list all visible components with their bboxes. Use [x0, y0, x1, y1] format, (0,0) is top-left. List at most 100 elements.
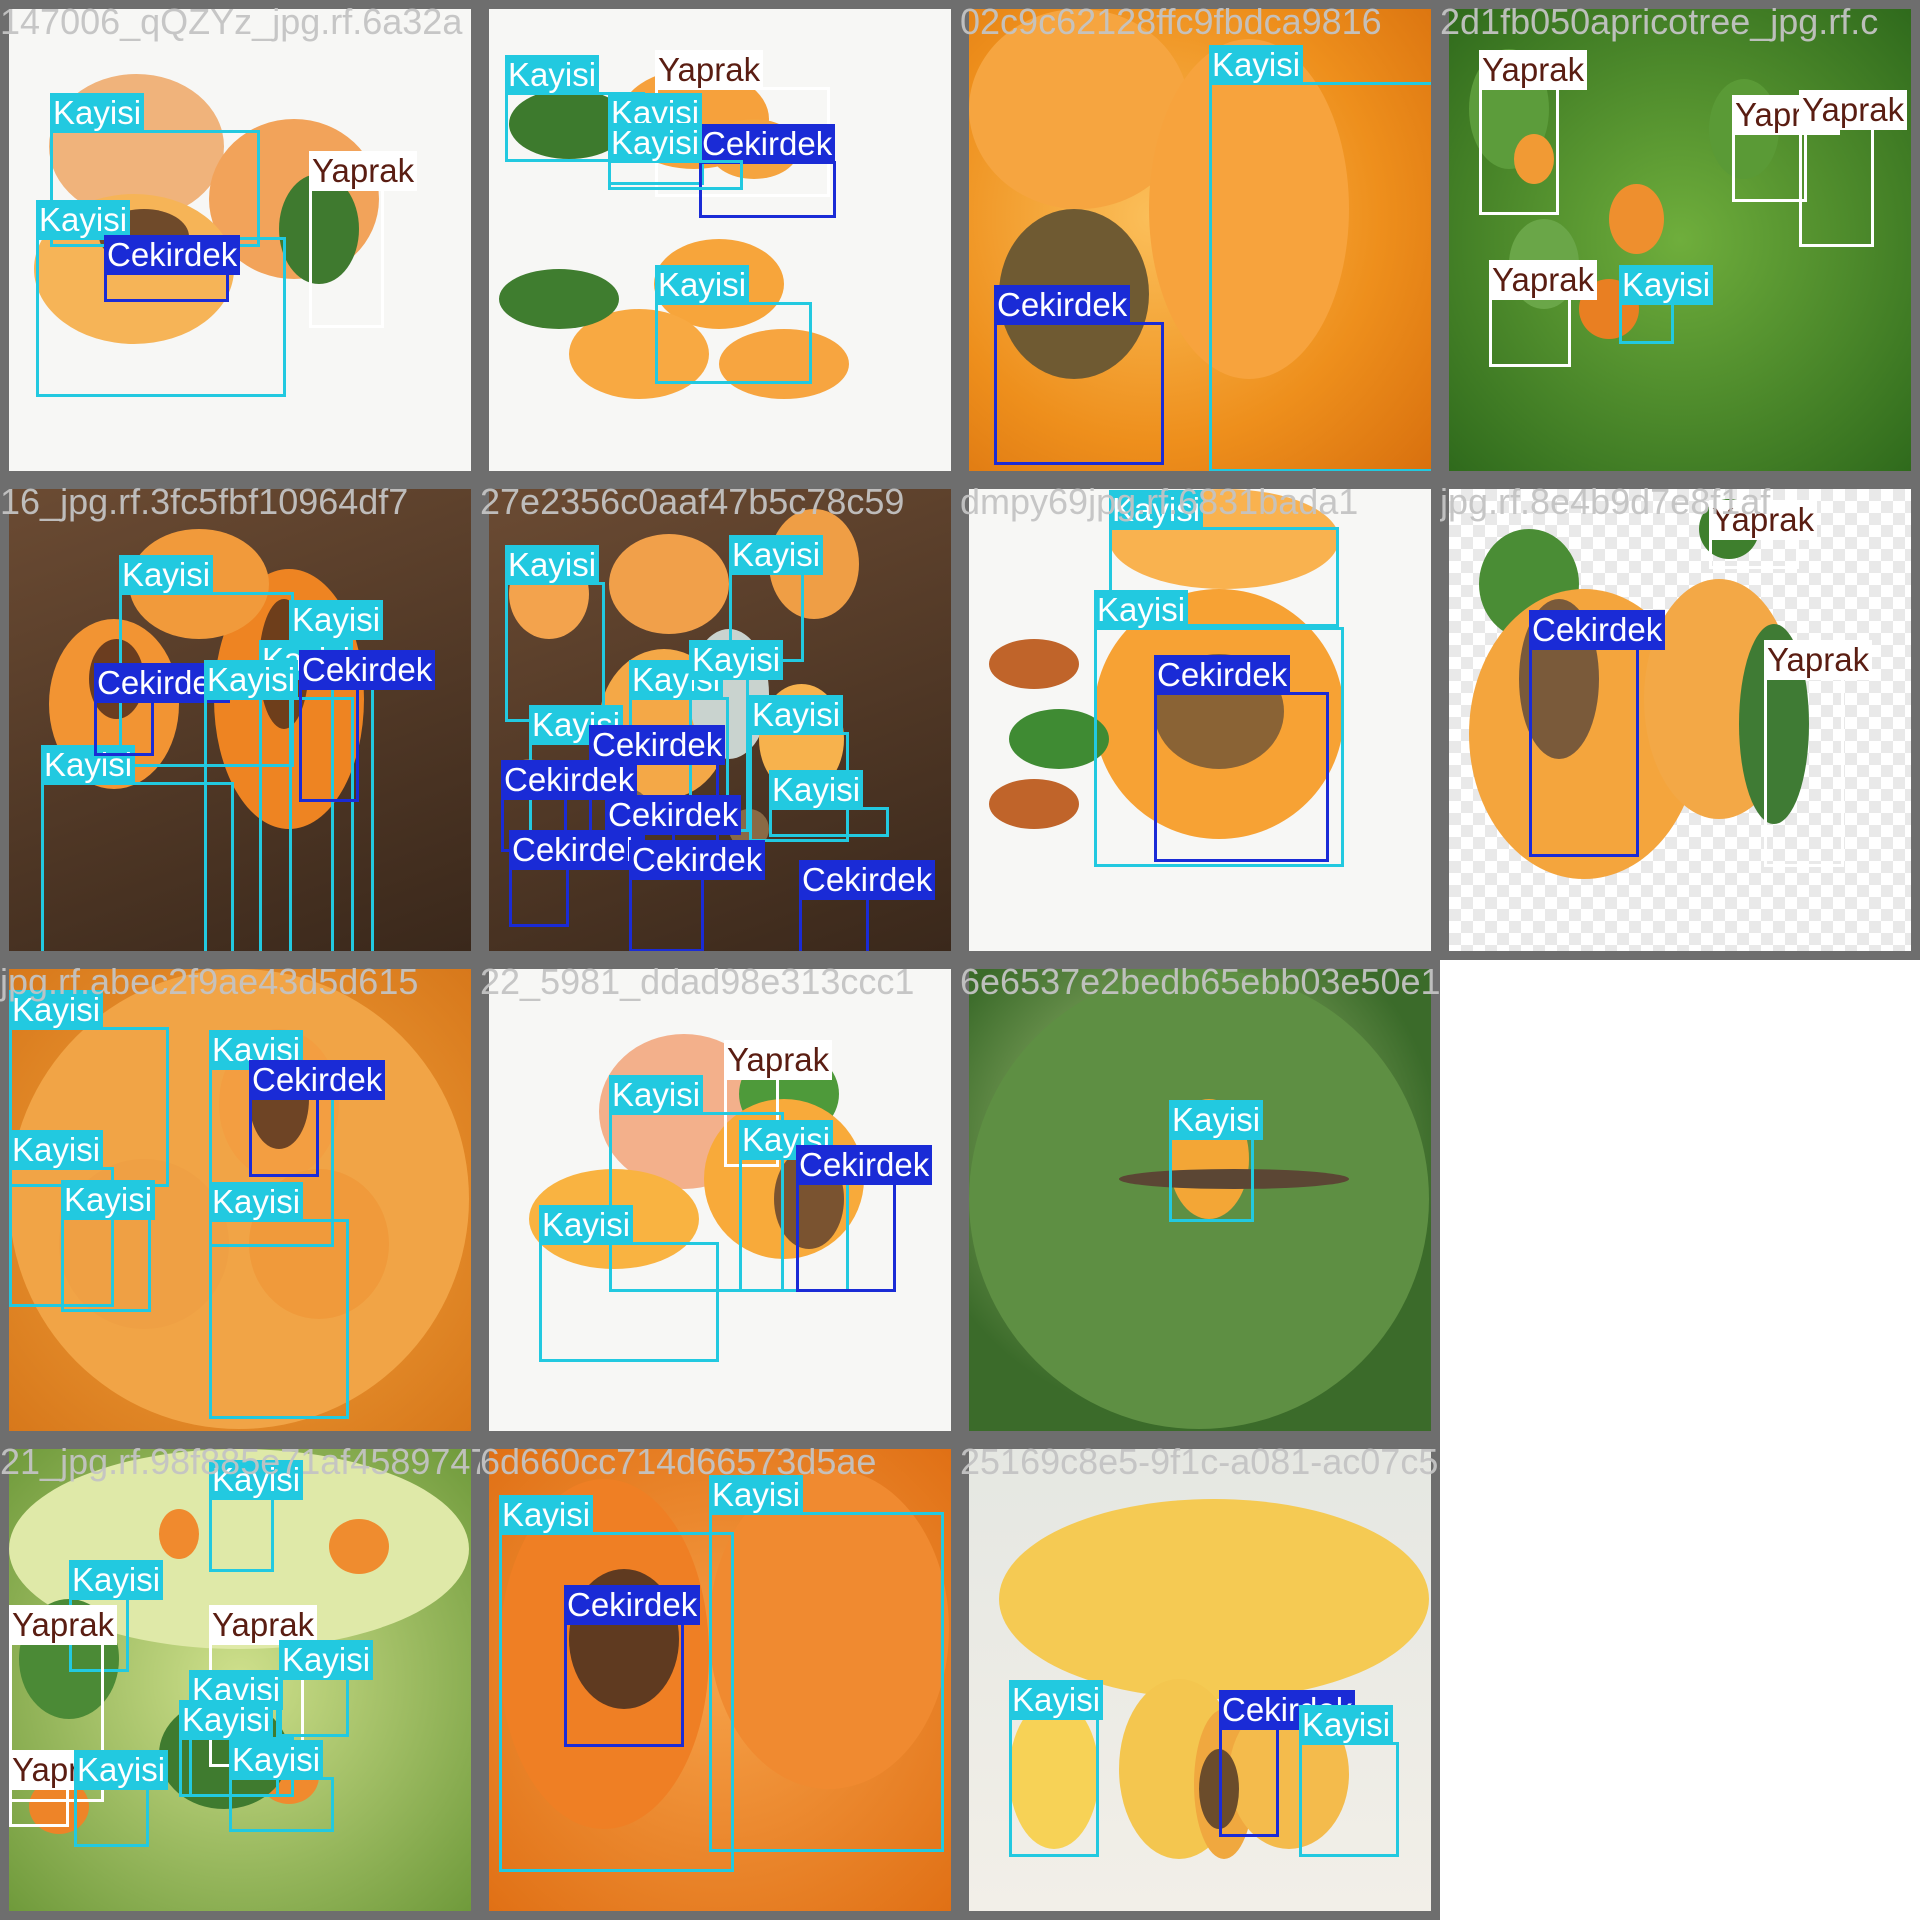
cekirdek-box: Cekirdek: [1219, 1690, 1356, 1837]
tile-filename: 16_jpg.rf.3fc5fbf10964df7: [0, 481, 409, 522]
yaprak-box: Yaprak: [9, 1750, 118, 1827]
kayisi-box: Kayisi: [279, 1640, 374, 1737]
detection-label: Kayisi: [289, 600, 384, 640]
kayisi-box: Kayisi: [1009, 1680, 1104, 1857]
mosaic-tile: Yaprak Kayisi Kayisi Cekirdek Kayisi 22_5981_…: [480, 960, 960, 1440]
detection-label: Cekirdek: [1529, 610, 1666, 650]
mosaic-tile: [1440, 1440, 1920, 1920]
detection-label: Kayisi: [1619, 265, 1714, 305]
mosaic-tile: KayisiKayisiKayisiKayisiCekirdekKayisiCe…: [0, 480, 480, 960]
detection-label: Kayisi: [69, 1560, 164, 1600]
detection-label: Yaprak: [309, 151, 418, 191]
cekirdek-box: Cekirdek: [249, 1060, 386, 1177]
detection-label: Yaprak: [209, 1605, 318, 1645]
tile-filename: 147006_qQZYz_jpg.rf.6a32a: [0, 1, 463, 42]
detection-label: Cekirdek: [1154, 655, 1291, 695]
cekirdek-box: Cekirdek: [994, 285, 1164, 465]
detection-label: Kayisi: [505, 545, 600, 585]
tile-filename: 6e6537e2bedb65ebb03e50e1dca7e34_jpg.rf.: [960, 961, 1440, 1002]
detection-label: Kayisi: [61, 1180, 156, 1220]
detection-label: Kayisi: [609, 1075, 704, 1115]
detection-label: Kayisi: [279, 1640, 374, 1680]
mosaic-tile: Kayisi Kayisi Kayisi Kayisi Kayisi Kayisi Ceki…: [480, 480, 960, 960]
tile-filename: 27e2356c0aaf47b5c78c59: [480, 481, 905, 522]
kayisi-box: Kayisi: [1619, 265, 1714, 344]
cekirdek-box: Cekirdek: [1154, 655, 1329, 862]
detection-label: Kayisi: [499, 1495, 594, 1535]
detection-label: Cekirdek: [796, 1145, 933, 1185]
cekirdek-box: Cekirdek: [1529, 610, 1666, 857]
tile-filename: 21_jpg.rf.98f885e71af45897470d6: [0, 1441, 480, 1482]
detection-label: Kayisi: [655, 265, 750, 305]
detection-label: Kayisi: [505, 55, 600, 95]
cekirdek-box: Cekirdek: [104, 235, 241, 302]
detection-label: Cekirdek: [564, 1585, 701, 1625]
detection-label: Cekirdek: [509, 830, 646, 870]
detection-label: Kayisi: [749, 695, 844, 735]
tile-filename: jpg.rf.8e4b9d7e8f1af: [1440, 481, 1771, 522]
kayisi-box: Kayisi: [769, 770, 889, 837]
detection-label: Cekirdek: [605, 795, 742, 835]
kayisi-box: Kayisi: [1169, 1100, 1264, 1222]
cekirdek-box: Cekirdek: [299, 650, 436, 802]
tile-filename: 6d660cc714d66573d5ae: [480, 1441, 877, 1482]
detection-label: Kayisi: [50, 93, 145, 133]
detection-label: Kayisi: [119, 555, 214, 595]
tile-filename: 22_5981_ddad98e313ccc1: [480, 961, 915, 1002]
cekirdek-box: Cekirdek: [796, 1145, 933, 1292]
detection-label: Cekirdek: [249, 1060, 386, 1100]
kayisi-box: Kayisi: [709, 1475, 944, 1852]
tile-filename: 2d1fb050apricotree_jpg.rf.c: [1440, 1, 1879, 42]
detection-label: Kayisi: [1169, 1100, 1264, 1140]
mosaic-tile: Kayisi Kayisi Cekirdek dmpy69jpg.rf.6831bad…: [960, 480, 1440, 960]
yaprak-box: Yaprak: [1732, 95, 1841, 202]
mosaic-tile: [1440, 960, 1920, 1440]
detection-label: Kayisi: [209, 1182, 304, 1222]
kayisi-box: Kayisi: [209, 1460, 304, 1572]
kayisi-box: Kayisi: [539, 1205, 719, 1362]
tile-filename: jpg.rf.abec2f9ae43d5d615: [0, 961, 419, 1002]
detection-label: Kayisi: [179, 1700, 274, 1740]
detection-label: Kayisi: [608, 123, 703, 163]
detection-label: Cekirdek: [699, 124, 836, 164]
tile-filename: 02c9c62128ffc9fbdca9816: [960, 1, 1382, 42]
detection-label: Kayisi: [729, 535, 824, 575]
yaprak-box: Yaprak: [309, 151, 418, 328]
detection-label: Cekirdek: [589, 725, 726, 765]
detection-label: Kayisi: [74, 1750, 169, 1790]
kayisi-box: Kayisi: [655, 265, 812, 384]
tile-filename: dmpy69jpg.rf.6831bada1: [960, 481, 1359, 522]
cekirdek-box: Cekirdek: [564, 1585, 701, 1747]
mosaic-tile: Kayisi Cekirdek 02c9c62128ffc9fbdca9816: [960, 0, 1440, 480]
detection-label: Yaprak: [724, 1040, 833, 1080]
detection-label: Kayisi: [36, 200, 131, 240]
detection-label: Yaprak: [9, 1605, 118, 1645]
mosaic-tile: Kayisi Kayisi Cekirdek Kayisi Kayisi Kayisi jp…: [0, 960, 480, 1440]
kayisi-box: Kayisi: [209, 1182, 349, 1419]
detection-label: Kayisi: [229, 1740, 324, 1780]
mosaic-tile: Kayisi Yaprak Kayisi Cekirdek Kayisi Kayisi: [480, 0, 960, 480]
yaprak-box: Yaprak: [1479, 50, 1588, 215]
detection-label: Yaprak: [1489, 260, 1598, 300]
detection-label: Cekirdek: [501, 760, 638, 800]
kayisi-box: Kayisi: [1209, 45, 1431, 471]
tile-filename: 25169c8e5-9f1c-a081-ac07c5ad: [960, 1441, 1440, 1482]
detection-label: Cekirdek: [299, 650, 436, 690]
mosaic-tile: Kayisi Kayisi Cekirdek Yaprak 147006_qQZYz_j…: [0, 0, 480, 480]
cekirdek-box: Cekirdek: [799, 860, 936, 951]
tile-photo: Kayisi Kayisi Cekirdek: [489, 1449, 951, 1911]
mosaic-tile: Kayisi Kayisi Yaprak Yaprak Kayisi Kayisi Kayi…: [0, 1440, 480, 1920]
detection-label: Cekirdek: [629, 840, 766, 880]
mosaic-tile: Yaprak Cekirdek Yaprak jpg.rf.8e4b9d7e8f1af: [1440, 480, 1920, 960]
detection-label: Yaprak: [1479, 50, 1588, 90]
detection-label: Kayisi: [1009, 1680, 1104, 1720]
detection-label: Kayisi: [539, 1205, 634, 1245]
tile-frame: [1440, 480, 1920, 960]
kayisi-box: Kayisi: [608, 123, 743, 190]
detection-label: Kayisi: [204, 660, 299, 700]
detection-label: Cekirdek: [799, 860, 936, 900]
detection-label: Kayisi: [1094, 590, 1189, 630]
mosaic-tile: Yaprak Yaprak Yaprak Yaprak Kayisi 2d1fb050ap…: [1440, 0, 1920, 480]
detection-label: Kayisi: [9, 1130, 104, 1170]
detection-label: Yaprak: [655, 50, 764, 90]
